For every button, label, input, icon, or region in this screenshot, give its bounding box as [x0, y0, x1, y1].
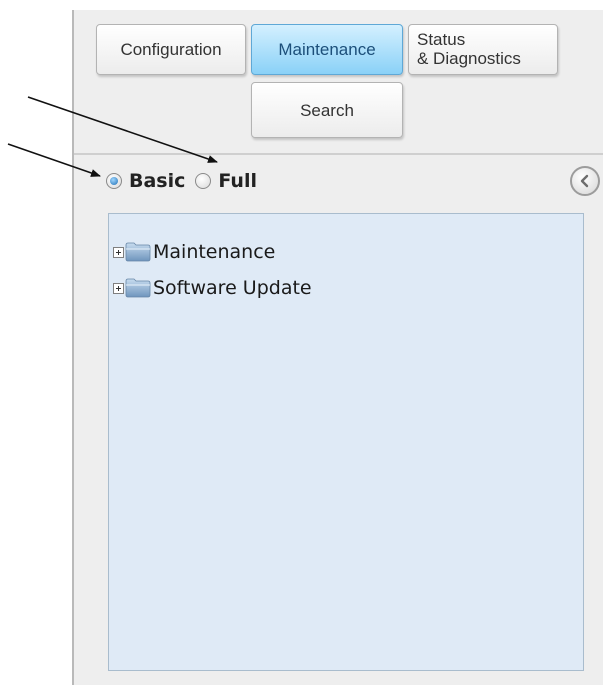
tab-configuration[interactable]: Configuration: [96, 24, 246, 75]
tab-status-line2: & Diagnostics: [417, 49, 521, 68]
collapse-panel-button[interactable]: [570, 166, 600, 196]
full-label[interactable]: Full: [218, 170, 257, 192]
navigation-panel: Configuration Maintenance Status & Diagno…: [72, 10, 603, 685]
tab-status-line1: Status: [417, 30, 466, 49]
tree-item-software-update[interactable]: Software Update: [113, 275, 312, 301]
tab-search-label: Search: [300, 101, 354, 120]
basic-label[interactable]: Basic: [129, 170, 185, 192]
basic-radio[interactable]: [106, 173, 122, 189]
tab-status-label: Status & Diagnostics: [409, 25, 557, 68]
view-mode-selector: Basic Full: [106, 166, 257, 196]
tree-item-label: Software Update: [153, 277, 312, 299]
tab-search[interactable]: Search: [251, 82, 403, 138]
full-radio[interactable]: [195, 173, 212, 189]
folder-icon: [125, 242, 151, 262]
navigation-tree: Maintenance Software Update: [108, 213, 584, 671]
tab-configuration-label: Configuration: [120, 40, 222, 59]
tab-maintenance-label: Maintenance: [278, 40, 376, 59]
folder-icon: [125, 278, 151, 298]
tree-item-maintenance[interactable]: Maintenance: [113, 239, 275, 265]
chevron-left-icon: [580, 174, 589, 188]
header-divider: [74, 153, 603, 155]
tab-status-diagnostics[interactable]: Status & Diagnostics: [408, 24, 558, 75]
expand-icon[interactable]: [113, 282, 124, 294]
tab-maintenance[interactable]: Maintenance: [251, 24, 403, 75]
expand-icon[interactable]: [113, 246, 124, 258]
tree-item-label: Maintenance: [153, 241, 276, 263]
